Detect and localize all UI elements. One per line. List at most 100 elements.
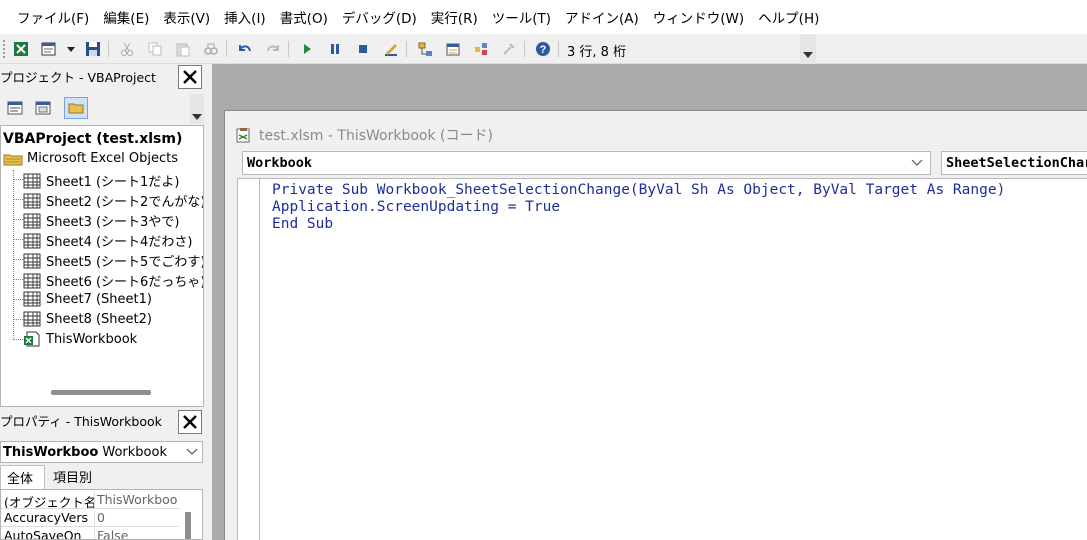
menu-debug[interactable]: デバッグ(D)	[335, 7, 424, 27]
tree-item-label: Sheet8 (Sheet2)	[46, 311, 152, 327]
tree-connector	[13, 219, 23, 220]
procedure-select-value: SheetSelectionChar	[946, 155, 1087, 171]
property-name: (オブジェクト名)	[1, 492, 95, 508]
tree-item-label: Sheet5 (シート5でごわす)	[46, 255, 204, 270]
redo-icon[interactable]	[264, 40, 282, 58]
tree-connector	[13, 170, 14, 340]
close-icon	[183, 415, 197, 429]
properties-pane-titlebar: プロパティ - ThisWorkbook	[0, 407, 206, 437]
project-explorer-icon[interactable]	[416, 40, 434, 58]
toggle-folders-button[interactable]	[64, 97, 88, 119]
undo-icon[interactable]	[236, 40, 254, 58]
property-value[interactable]: ThisWorkboo	[95, 492, 179, 508]
toolbar-separator	[524, 41, 525, 57]
menu-tools[interactable]: ツール(T)	[485, 7, 558, 27]
tab-categorized[interactable]: 項目別	[47, 465, 107, 489]
tree-item-label: Sheet2 (シート2でんがな)	[46, 195, 204, 210]
code-margin-indicator-bar[interactable]	[238, 179, 260, 540]
properties-grid: (オブジェクト名) ThisWorkboo AccuracyVers 0 Aut…	[0, 489, 203, 540]
toolbox-icon[interactable]	[500, 40, 518, 58]
properties-pane-title: プロパティ - ThisWorkbook	[0, 414, 162, 429]
tree-root-vbaproject[interactable]: VBAProject (test.xlsm)	[3, 131, 182, 147]
tree-item-label: Sheet4 (シート4だわさ)	[46, 235, 193, 250]
tree-item-sheet2[interactable]: Sheet2 (シート2でんがな)	[23, 191, 204, 210]
tree-item-sheet8[interactable]: Sheet8 (Sheet2)	[23, 311, 152, 327]
view-object-icon[interactable]	[34, 99, 52, 117]
worksheet-icon	[23, 291, 41, 307]
properties-pane-close-button[interactable]	[178, 410, 202, 434]
project-toolbar-overflow[interactable]	[190, 94, 204, 124]
tree-item-sheet4[interactable]: Sheet4 (シート4だわさ)	[23, 231, 192, 250]
property-row[interactable]: AccuracyVers 0	[1, 510, 179, 527]
svg-text:?: ?	[540, 44, 547, 56]
tab-alphabetic[interactable]: 全体	[0, 465, 45, 489]
menu-view[interactable]: 表示(V)	[156, 7, 217, 27]
object-select[interactable]: Workbook	[242, 151, 931, 175]
code-line[interactable]: End Sub	[272, 216, 333, 232]
property-row[interactable]: AutoSaveOn False	[1, 528, 179, 539]
tree-item-thisworkbook[interactable]: ThisWorkbook	[23, 331, 137, 347]
menu-format[interactable]: 書式(O)	[273, 7, 335, 27]
tree-folder-excel-objects[interactable]: Microsoft Excel Objects	[3, 151, 178, 166]
project-tree-horizontal-scrollbar[interactable]	[51, 390, 151, 395]
procedure-select[interactable]: SheetSelectionChar	[941, 151, 1087, 175]
menu-bar: ファイル(F) 編集(E) 表示(V) 挿入(I) 書式(O) デバッグ(D) …	[0, 0, 1087, 34]
break-icon[interactable]	[326, 40, 344, 58]
code-window-icon	[236, 128, 250, 143]
tree-item-sheet5[interactable]: Sheet5 (シート5でごわす)	[23, 251, 204, 270]
menu-insert[interactable]: 挿入(I)	[217, 7, 273, 27]
insert-module-icon[interactable]	[40, 40, 58, 58]
excel-icon[interactable]	[12, 40, 30, 58]
copy-icon[interactable]	[146, 40, 164, 58]
save-icon[interactable]	[84, 40, 102, 58]
tree-item-sheet3[interactable]: Sheet3 (シート3やで)	[23, 211, 179, 230]
help-icon[interactable]: ?	[534, 40, 552, 58]
tree-connector	[13, 259, 23, 260]
design-mode-icon[interactable]	[382, 40, 400, 58]
code-editor[interactable]: Private Sub Workbook_SheetSelectionChang…	[237, 178, 1087, 540]
tree-folder-label: Microsoft Excel Objects	[27, 151, 178, 166]
object-browser-icon[interactable]	[472, 40, 490, 58]
menu-run[interactable]: 実行(R)	[424, 7, 485, 27]
property-row[interactable]: (オブジェクト名) ThisWorkboo	[1, 492, 179, 509]
tree-item-sheet6[interactable]: Sheet6 (シート6だっちゃ)	[23, 271, 203, 290]
toolbar-separator	[558, 41, 559, 57]
cut-icon[interactable]	[118, 40, 136, 58]
code-window: test.xlsm - ThisWorkbook (コード) Workbook …	[224, 110, 1087, 540]
property-value[interactable]: 0	[95, 510, 179, 526]
view-code-icon[interactable]	[6, 99, 24, 117]
menu-file[interactable]: ファイル(F)	[10, 7, 96, 27]
properties-tabs: 全体 項目別	[0, 465, 206, 489]
worksheet-icon	[23, 213, 41, 228]
code-window-titlebar[interactable]: test.xlsm - ThisWorkbook (コード)	[235, 125, 493, 145]
reset-icon[interactable]	[354, 40, 372, 58]
tree-item-sheet1[interactable]: Sheet1 (シート1だよ)	[23, 171, 179, 190]
paste-icon[interactable]	[174, 40, 192, 58]
tree-connector	[13, 179, 23, 180]
menu-window[interactable]: ウィンドウ(W)	[646, 7, 751, 27]
code-line[interactable]: Private Sub Workbook_SheetSelectionChang…	[272, 182, 1005, 198]
project-pane-close-button[interactable]	[178, 65, 202, 89]
project-pane-title: プロジェクト - VBAProject	[0, 70, 156, 85]
find-icon[interactable]	[202, 40, 220, 58]
worksheet-icon	[23, 233, 41, 248]
code-line[interactable]: Application.ScreenUpdating = True	[272, 199, 560, 215]
menu-addins[interactable]: アドイン(A)	[558, 7, 646, 27]
worksheet-icon	[23, 193, 41, 208]
tree-item-sheet7[interactable]: Sheet7 (Sheet1)	[23, 291, 152, 307]
menu-help[interactable]: ヘルプ(H)	[751, 7, 826, 27]
run-icon[interactable]	[298, 40, 316, 58]
worksheet-icon	[23, 173, 41, 188]
menu-edit[interactable]: 編集(E)	[96, 7, 156, 27]
dropdown-icon[interactable]	[62, 40, 80, 58]
toolbar-separator	[406, 41, 407, 57]
tree-connector	[13, 239, 23, 240]
tree-item-label: Sheet1 (シート1だよ)	[46, 175, 180, 190]
toolbar-grip[interactable]	[3, 40, 6, 58]
property-value[interactable]: False	[95, 528, 179, 539]
properties-object-select[interactable]: ThisWorkboo Workbook	[0, 441, 203, 463]
toolbar-overflow-button[interactable]	[800, 34, 816, 64]
tree-connector	[13, 199, 23, 200]
properties-vertical-scrollbar[interactable]	[185, 512, 191, 539]
properties-window-icon[interactable]	[444, 40, 462, 58]
